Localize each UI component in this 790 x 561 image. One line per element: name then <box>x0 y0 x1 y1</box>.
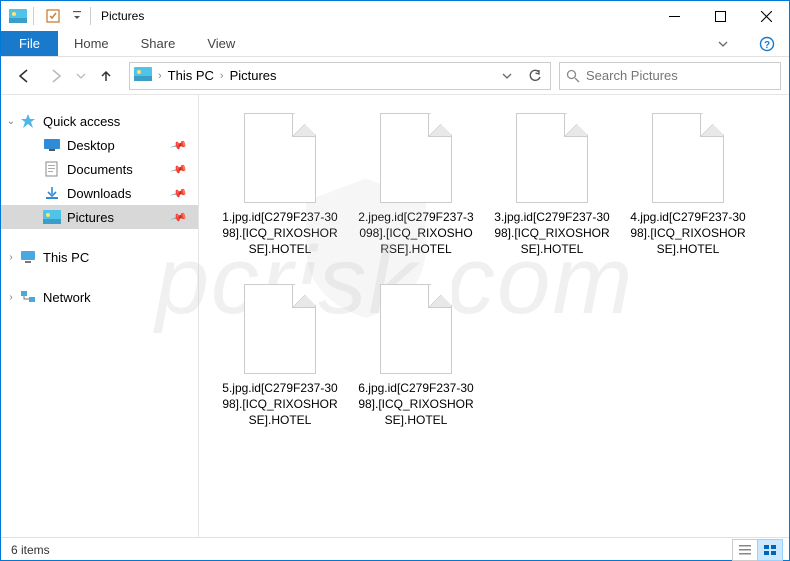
file-item[interactable]: 3.jpg.id[C279F237-3098].[ICQ_RIXOSHORSE]… <box>493 113 611 258</box>
file-icon <box>380 113 452 203</box>
documents-icon <box>43 161 61 177</box>
address-bar[interactable]: › This PC › Pictures <box>129 62 551 90</box>
ribbon-tab-home[interactable]: Home <box>58 31 125 56</box>
file-icon <box>652 113 724 203</box>
details-view-button[interactable] <box>732 539 758 561</box>
chevron-right-icon: › <box>220 70 224 82</box>
sidebar-item-label: Pictures <box>67 210 114 225</box>
back-button[interactable] <box>9 61 39 91</box>
sidebar-this-pc[interactable]: › This PC <box>1 245 198 269</box>
pin-icon: 📌 <box>170 184 188 202</box>
ribbon-tab-share[interactable]: Share <box>125 31 192 56</box>
file-icon <box>244 113 316 203</box>
main-area: ⌄ Quick access Desktop 📌 Documents 📌 Dow… <box>1 95 789 537</box>
breadcrumb-part[interactable]: Pictures <box>230 68 277 83</box>
window-title: Pictures <box>101 9 144 23</box>
file-item[interactable]: 6.jpg.id[C279F237-3098].[ICQ_RIXOSHORSE]… <box>357 284 475 429</box>
quick-access-icon <box>19 113 37 129</box>
close-button[interactable] <box>743 1 789 31</box>
status-bar: 6 items <box>1 537 789 561</box>
sidebar-item-label: Desktop <box>67 138 115 153</box>
navigation-bar: › This PC › Pictures <box>1 57 789 95</box>
sidebar-item-downloads[interactable]: Downloads 📌 <box>1 181 198 205</box>
file-item[interactable]: 1.jpg.id[C279F237-3098].[ICQ_RIXOSHORSE]… <box>221 113 339 258</box>
svg-text:?: ? <box>764 40 770 51</box>
sidebar-item-documents[interactable]: Documents 📌 <box>1 157 198 181</box>
sidebar-item-pictures[interactable]: Pictures 📌 <box>1 205 198 229</box>
ribbon-expand-button[interactable] <box>701 31 745 57</box>
file-icon <box>380 284 452 374</box>
pin-icon: 📌 <box>170 160 188 178</box>
qat-properties[interactable] <box>38 2 68 30</box>
location-icon <box>134 67 152 85</box>
file-name: 4.jpg.id[C279F237-3098].[ICQ_RIXOSHORSE]… <box>629 209 747 258</box>
search-icon <box>566 69 580 83</box>
navigation-pane: ⌄ Quick access Desktop 📌 Documents 📌 Dow… <box>1 95 199 537</box>
file-list[interactable]: 1.jpg.id[C279F237-3098].[ICQ_RIXOSHORSE]… <box>199 95 789 537</box>
file-name: 1.jpg.id[C279F237-3098].[ICQ_RIXOSHORSE]… <box>221 209 339 258</box>
file-item[interactable]: 2.jpeg.id[C279F237-3098].[ICQ_RIXOSHORSE… <box>357 113 475 258</box>
titlebar: Pictures <box>1 1 789 31</box>
app-icon <box>7 5 29 27</box>
file-icon <box>244 284 316 374</box>
maximize-button[interactable] <box>697 1 743 31</box>
refresh-button[interactable] <box>522 64 548 88</box>
minimize-button[interactable] <box>651 1 697 31</box>
file-icon <box>516 113 588 203</box>
file-name: 3.jpg.id[C279F237-3098].[ICQ_RIXOSHORSE]… <box>493 209 611 258</box>
item-count: 6 items <box>11 543 50 557</box>
pictures-icon <box>43 209 61 225</box>
file-tab[interactable]: File <box>1 31 58 56</box>
sidebar-item-label: Quick access <box>43 114 120 129</box>
sidebar-item-label: Network <box>43 290 91 305</box>
chevron-right-icon[interactable]: › <box>5 252 17 263</box>
file-item[interactable]: 5.jpg.id[C279F237-3098].[ICQ_RIXOSHORSE]… <box>221 284 339 429</box>
sidebar-quick-access[interactable]: ⌄ Quick access <box>1 109 198 133</box>
forward-button[interactable] <box>41 61 71 91</box>
sidebar-item-desktop[interactable]: Desktop 📌 <box>1 133 198 157</box>
this-pc-icon <box>19 249 37 265</box>
ribbon-tab-view[interactable]: View <box>191 31 251 56</box>
network-icon <box>19 289 37 305</box>
icons-view-button[interactable] <box>757 539 783 561</box>
address-dropdown[interactable] <box>494 64 520 88</box>
qat-separator-2 <box>90 7 91 25</box>
file-name: 6.jpg.id[C279F237-3098].[ICQ_RIXOSHORSE]… <box>357 380 475 429</box>
sidebar-item-label: Downloads <box>67 186 131 201</box>
sidebar-item-label: This PC <box>43 250 89 265</box>
chevron-down-icon[interactable]: ⌄ <box>5 116 17 127</box>
sidebar-item-label: Documents <box>67 162 133 177</box>
ribbon: File Home Share View ? <box>1 31 789 57</box>
recent-dropdown[interactable] <box>73 61 89 91</box>
downloads-icon <box>43 185 61 201</box>
chevron-right-icon[interactable]: › <box>5 292 17 303</box>
qat-separator <box>33 7 34 25</box>
qat-dropdown[interactable] <box>68 2 86 30</box>
file-name: 5.jpg.id[C279F237-3098].[ICQ_RIXOSHORSE]… <box>221 380 339 429</box>
breadcrumb-part[interactable]: This PC <box>168 68 214 83</box>
help-button[interactable]: ? <box>745 31 789 57</box>
search-box[interactable] <box>559 62 781 90</box>
sidebar-network[interactable]: › Network <box>1 285 198 309</box>
desktop-icon <box>43 137 61 153</box>
up-button[interactable] <box>91 61 121 91</box>
search-input[interactable] <box>586 68 774 83</box>
chevron-right-icon: › <box>158 70 162 82</box>
pin-icon: 📌 <box>170 208 188 226</box>
pin-icon: 📌 <box>170 136 188 154</box>
file-item[interactable]: 4.jpg.id[C279F237-3098].[ICQ_RIXOSHORSE]… <box>629 113 747 258</box>
file-name: 2.jpeg.id[C279F237-3098].[ICQ_RIXOSHORSE… <box>357 209 475 258</box>
